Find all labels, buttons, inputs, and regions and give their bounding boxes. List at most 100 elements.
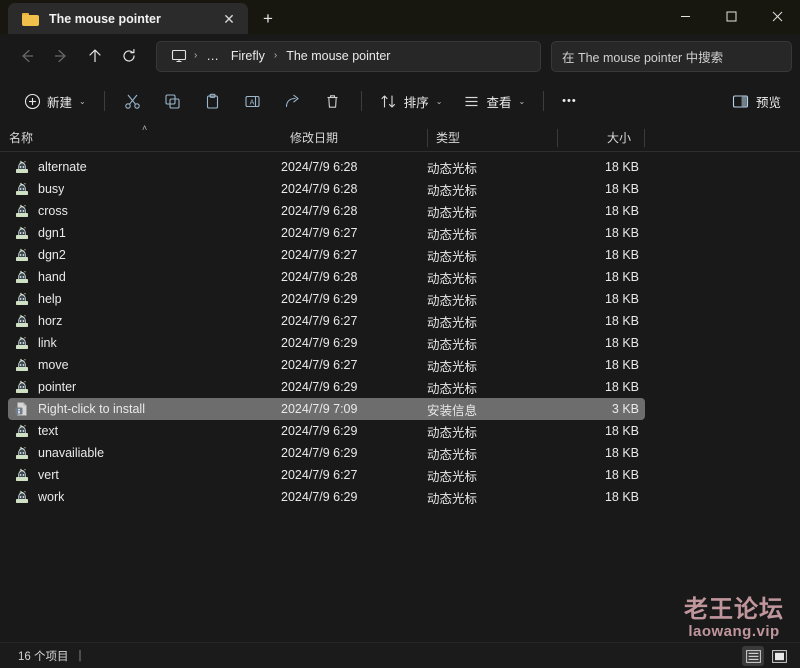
paste-button[interactable] [194, 85, 232, 117]
breadcrumb-overflow[interactable]: … [200, 46, 225, 66]
copy-button[interactable] [154, 85, 192, 117]
file-name-cell[interactable]: link [8, 335, 281, 351]
file-date-cell: 2024/7/9 6:29 [281, 336, 358, 350]
view-button[interactable]: 查看 ⌄ [453, 85, 534, 117]
new-tab-button[interactable]: + [250, 3, 286, 34]
file-size-cell: 18 KB [604, 248, 639, 262]
cursor-icon [14, 203, 30, 219]
file-type-cell: 动态光标 [427, 469, 478, 484]
table-row[interactable]: alternate 2024/7/9 6:28 动态光标 18 KB [8, 156, 645, 178]
file-type-cell: 动态光标 [427, 205, 478, 220]
table-row[interactable]: dgn2 2024/7/9 6:27 动态光标 18 KB [8, 244, 645, 266]
minimize-icon[interactable] [662, 0, 708, 32]
rename-button[interactable]: A [234, 85, 272, 117]
copy-icon [164, 92, 182, 110]
file-name-cell[interactable]: pointer [8, 379, 281, 395]
share-button[interactable] [274, 85, 312, 117]
table-row[interactable]: vert 2024/7/9 6:27 动态光标 18 KB [8, 464, 645, 486]
file-name-cell[interactable]: dgn2 [8, 247, 281, 263]
view-list-icon [462, 92, 480, 110]
file-name-cell[interactable]: horz [8, 313, 281, 329]
table-row[interactable]: help 2024/7/9 6:29 动态光标 18 KB [8, 288, 645, 310]
new-button[interactable]: 新建 ⌄ [14, 85, 95, 117]
large-icons-view-icon[interactable] [768, 646, 790, 666]
file-type-cell: 动态光标 [427, 227, 478, 242]
column-header-type[interactable]: 类型 [427, 124, 557, 152]
file-name-cell[interactable]: work [8, 489, 281, 505]
file-list[interactable]: alternate 2024/7/9 6:28 动态光标 18 KB busy 2024/… [0, 152, 800, 642]
file-name-cell[interactable]: cross [8, 203, 281, 219]
close-tab-icon[interactable]: ✕ [216, 7, 242, 31]
table-row[interactable]: text 2024/7/9 6:29 动态光标 18 KB [8, 420, 645, 442]
file-name-cell[interactable]: vert [8, 467, 281, 483]
table-row[interactable]: link 2024/7/9 6:29 动态光标 18 KB [8, 332, 645, 354]
file-name-cell[interactable]: move [8, 357, 281, 373]
table-row[interactable]: horz 2024/7/9 6:27 动态光标 18 KB [8, 310, 645, 332]
table-row[interactable]: move 2024/7/9 6:27 动态光标 18 KB [8, 354, 645, 376]
breadcrumb-separator-2[interactable]: › [271, 51, 280, 61]
preview-button[interactable]: 预览 [723, 85, 790, 117]
file-type-cell: 动态光标 [427, 425, 478, 440]
search-input[interactable]: 在 The mouse pointer 中搜索 [551, 40, 792, 72]
table-row[interactable]: pointer 2024/7/9 6:29 动态光标 18 KB [8, 376, 645, 398]
item-count-label: 16 个项目 [18, 650, 69, 663]
preview-button-label: 预览 [755, 95, 781, 110]
file-name-cell[interactable]: unavailiable [8, 445, 281, 461]
file-name-cell[interactable]: alternate [8, 159, 281, 175]
file-size-cell: 18 KB [604, 204, 639, 218]
column-header-date[interactable]: 修改日期 [281, 124, 427, 152]
back-button[interactable] [10, 40, 44, 72]
new-button-label: 新建 [47, 95, 73, 110]
file-name-cell[interactable]: busy [8, 181, 281, 197]
table-row[interactable]: Right-click to install 2024/7/9 7:09 安装信息 3… [8, 398, 645, 420]
breadcrumb-item-the-mouse-pointer[interactable]: The mouse pointer [280, 46, 396, 66]
file-name-cell[interactable]: dgn1 [8, 225, 281, 241]
close-window-icon[interactable] [754, 0, 800, 32]
address-bar[interactable]: › … Firefly › The mouse pointer [156, 40, 541, 72]
up-button[interactable] [78, 40, 112, 72]
more-options-button[interactable]: ••• [553, 85, 586, 117]
file-name-cell[interactable]: help [8, 291, 281, 307]
preview-pane-icon [732, 92, 750, 110]
file-type-cell: 动态光标 [427, 249, 478, 264]
file-size-cell: 18 KB [604, 182, 639, 196]
sort-button[interactable]: 排序 ⌄ [371, 85, 452, 117]
file-date-cell: 2024/7/9 6:27 [281, 314, 358, 328]
table-row[interactable]: dgn1 2024/7/9 6:27 动态光标 18 KB [8, 222, 645, 244]
file-name-cell[interactable]: Right-click to install [8, 401, 281, 417]
maximize-icon[interactable] [708, 0, 754, 32]
table-row[interactable]: hand 2024/7/9 6:28 动态光标 18 KB [8, 266, 645, 288]
cursor-icon [14, 357, 30, 373]
tab-strip: The mouse pointer ✕ + [0, 0, 286, 34]
monitor-icon[interactable] [167, 48, 191, 64]
status-bar: 16 个项目 | [0, 642, 800, 668]
table-row[interactable]: busy 2024/7/9 6:28 动态光标 18 KB [8, 178, 645, 200]
view-toggle-group [742, 646, 790, 666]
file-size-cell: 18 KB [604, 468, 639, 482]
file-date-cell: 2024/7/9 6:28 [281, 160, 358, 174]
file-date-cell: 2024/7/9 6:29 [281, 424, 358, 438]
tab-the-mouse-pointer[interactable]: The mouse pointer ✕ [8, 3, 248, 34]
table-row[interactable]: cross 2024/7/9 6:28 动态光标 18 KB [8, 200, 645, 222]
delete-button[interactable] [314, 85, 352, 117]
file-date-cell: 2024/7/9 6:27 [281, 248, 358, 262]
column-header-name[interactable]: 名称 [0, 124, 281, 152]
column-header-size-label: 大小 [606, 131, 631, 145]
file-name-cell[interactable]: text [8, 423, 281, 439]
table-row[interactable]: work 2024/7/9 6:29 动态光标 18 KB [8, 486, 645, 508]
clipboard-icon [204, 92, 222, 110]
file-name-label: dgn1 [38, 226, 66, 240]
breadcrumb-separator[interactable]: › [191, 51, 200, 61]
cut-button[interactable] [114, 85, 152, 117]
file-name-label: vert [38, 468, 59, 482]
details-view-icon[interactable] [742, 646, 764, 666]
cursor-icon [14, 159, 30, 175]
breadcrumb-item-firefly[interactable]: Firefly [225, 46, 271, 66]
cursor-icon [14, 313, 30, 329]
table-row[interactable]: unavailiable 2024/7/9 6:29 动态光标 18 KB [8, 442, 645, 464]
forward-button[interactable] [44, 40, 78, 72]
column-header-size[interactable]: 大小 [557, 124, 645, 152]
title-bar: The mouse pointer ✕ + [0, 0, 800, 34]
refresh-button[interactable] [112, 40, 146, 72]
file-name-cell[interactable]: hand [8, 269, 281, 285]
